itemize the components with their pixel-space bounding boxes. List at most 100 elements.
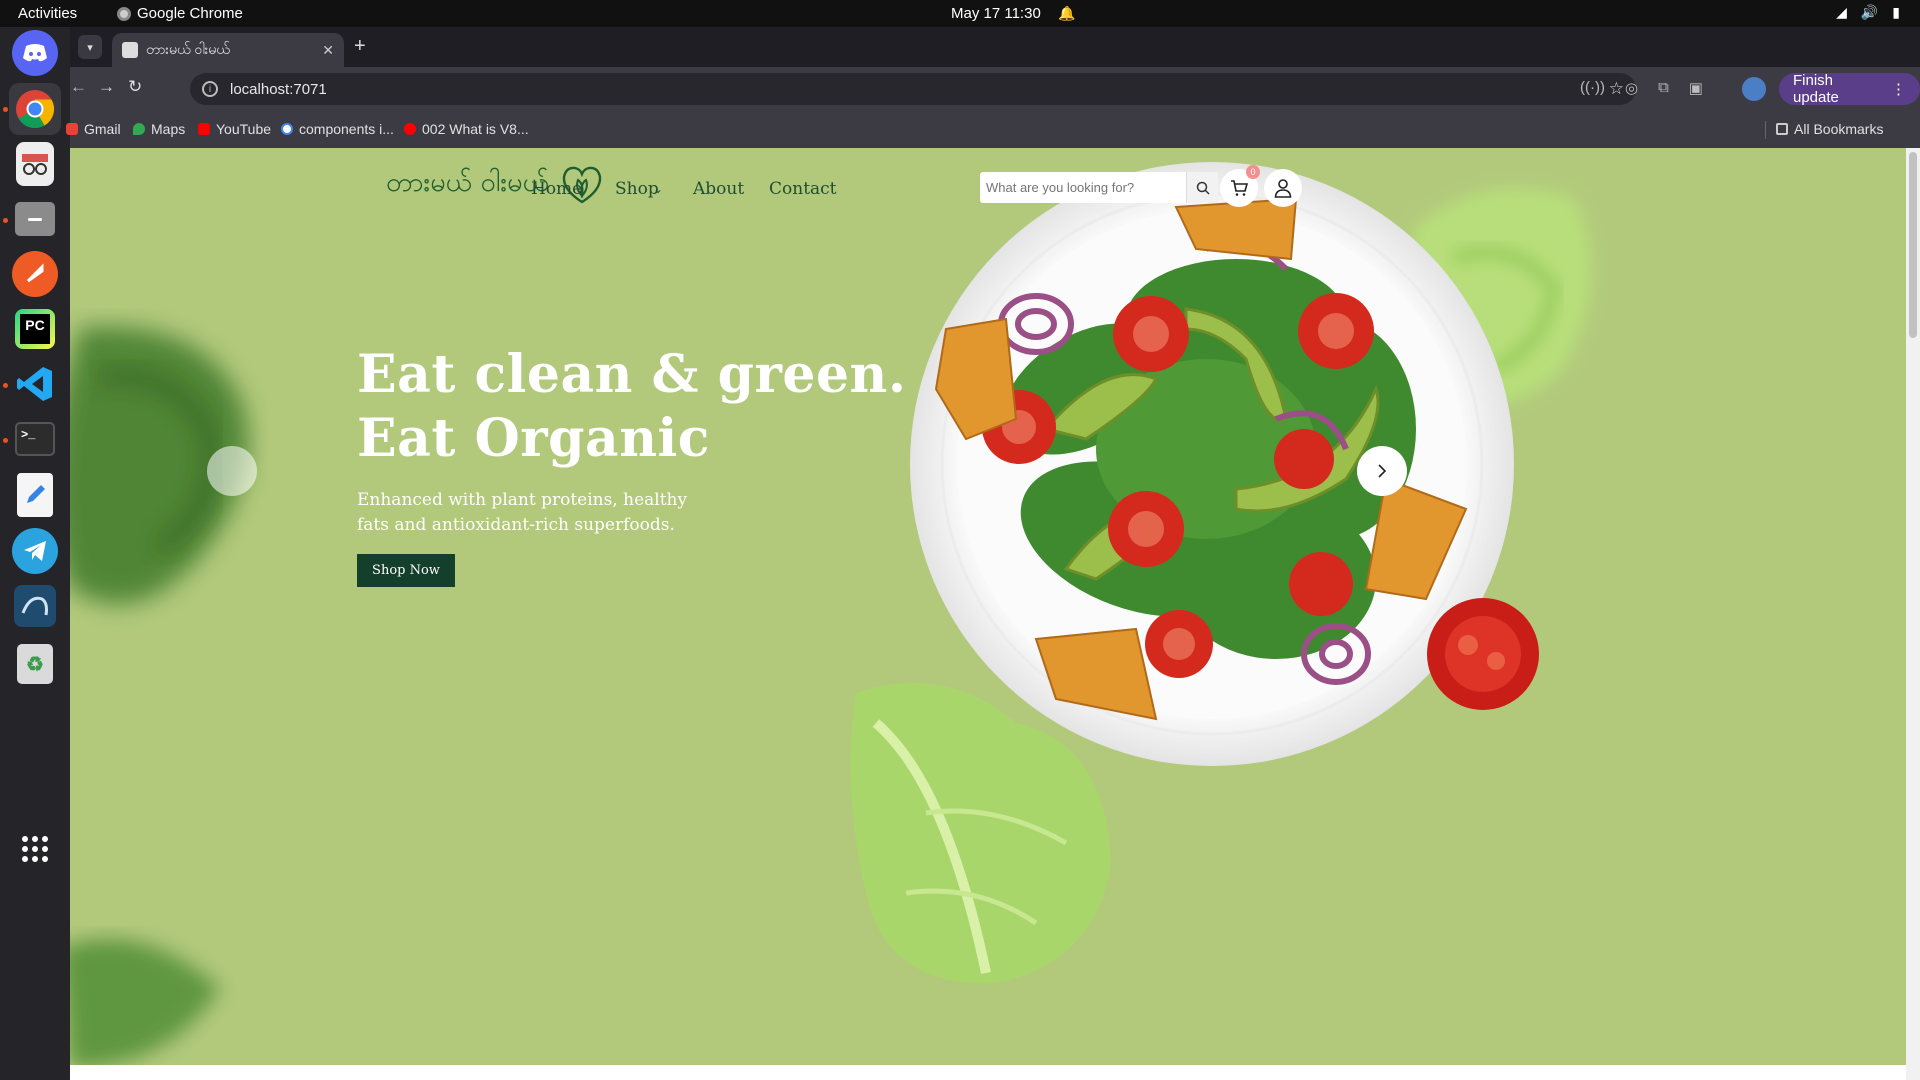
terminal-icon: >_: [15, 422, 55, 456]
dock-postman[interactable]: [9, 248, 61, 300]
system-top-bar: Activities Google Chrome May 17 11:30 🔔 …: [0, 0, 1920, 27]
all-bookmarks-label: All Bookmarks: [1794, 121, 1884, 137]
bookmark-components[interactable]: components i...: [281, 121, 394, 137]
wifi-icon: ◢: [1836, 4, 1847, 20]
vscode-icon: [12, 361, 58, 407]
reload-button[interactable]: ↻: [128, 77, 142, 97]
all-bookmarks-button[interactable]: All Bookmarks: [1776, 121, 1883, 137]
carousel-prev-button[interactable]: [207, 446, 257, 496]
extension-icons: ((·)) ◎ ⧉ ▣: [1580, 79, 1703, 97]
bookmark-maps[interactable]: Maps: [133, 121, 185, 137]
account-button[interactable]: [1264, 169, 1302, 207]
show-apps-button[interactable]: [9, 823, 61, 875]
text-editor-icon: [17, 473, 53, 517]
hero-title-line1: Eat clean & green.: [357, 344, 907, 405]
shop-now-button[interactable]: Shop Now: [357, 554, 455, 587]
target-extension-icon[interactable]: ◎: [1625, 79, 1638, 97]
dock-discord[interactable]: [9, 27, 61, 79]
dock-vscode[interactable]: [9, 358, 61, 410]
tab-title: တားမယ် ဝါးမယ်: [146, 40, 230, 57]
hero-title-line2: Eat Organic: [357, 408, 710, 469]
pycharm-icon: PC: [15, 309, 55, 349]
site-favicon-icon: [122, 42, 138, 58]
extensions-puzzle-icon[interactable]: ⧉: [1658, 79, 1669, 97]
trash-recycle-icon: ♻: [17, 644, 53, 684]
new-tab-button[interactable]: +: [354, 35, 366, 58]
site-info-icon[interactable]: i: [202, 81, 218, 97]
running-indicator: [3, 438, 8, 443]
clock[interactable]: May 17 11:30: [951, 5, 1041, 22]
blurred-leaf-bottom-left: [70, 939, 220, 1068]
dock-terminal[interactable]: >_: [9, 413, 61, 465]
notification-bell-icon[interactable]: 🔔: [1058, 5, 1075, 22]
folder-icon: [1776, 123, 1788, 135]
hero-subtitle: Enhanced with plant proteins, healthy fa…: [357, 490, 688, 535]
page-bottom-edge: [70, 1065, 1906, 1080]
cart-button[interactable]: 0: [1220, 165, 1260, 207]
active-app-menu[interactable]: Google Chrome: [117, 5, 243, 22]
blurred-leaf-left: [70, 326, 249, 604]
nav-home[interactable]: Home: [531, 179, 582, 199]
user-icon: [1274, 179, 1292, 198]
browser-window: ▾ တားမယ် ဝါးမယ် ✕ + ← → ↻ i localhost:70…: [66, 27, 1920, 148]
battery-icon: ▮: [1892, 4, 1900, 20]
dock-text-editor[interactable]: [9, 469, 61, 521]
google-icon: [281, 123, 293, 135]
youtube-icon: [198, 123, 210, 135]
cart-icon: [1231, 180, 1248, 196]
lettuce-leaf-image: [850, 683, 1111, 984]
dock-document-viewer[interactable]: [9, 138, 61, 190]
address-bar[interactable]: i localhost:7071 ☆: [190, 73, 1636, 105]
system-tray[interactable]: ◢ 🔊 ▮: [1836, 4, 1900, 21]
search-button[interactable]: [1186, 172, 1218, 203]
bookmark-label: Gmail: [84, 121, 121, 137]
browser-tab-active[interactable]: တားမယ် ဝါးမယ် ✕: [112, 33, 344, 67]
scrollbar-thumb[interactable]: [1909, 152, 1917, 338]
bookmark-v8-video[interactable]: 002 What is V8...: [404, 121, 529, 137]
dock-telegram[interactable]: [9, 525, 61, 577]
web-page: တားမယ် ဝါးမယ် Home Shop ⌄ About Contact …: [70, 148, 1920, 1080]
bookmarks-divider: [1765, 121, 1766, 139]
dock: PC >_ ♻: [0, 27, 70, 1080]
tab-search-button[interactable]: ▾: [78, 35, 102, 59]
tomato-half-image: [1427, 598, 1539, 710]
forward-button[interactable]: →: [98, 77, 115, 97]
bookmark-label: 002 What is V8...: [422, 121, 529, 137]
page-scrollbar[interactable]: [1906, 148, 1920, 1080]
bookmark-label: components i...: [299, 121, 394, 137]
gmail-icon: [66, 123, 78, 135]
volume-icon: 🔊: [1860, 4, 1879, 20]
browser-toolbar: ← → ↻ i localhost:7071 ☆ ((·)) ◎ ⧉ ▣ Fin…: [70, 67, 1920, 111]
nav-about[interactable]: About: [693, 179, 744, 199]
chrome-icon: [12, 86, 58, 132]
dock-files[interactable]: [9, 193, 61, 245]
bookmark-gmail[interactable]: Gmail: [66, 121, 121, 137]
logo-text: တားမယ် ဝါးမယ်: [386, 167, 549, 198]
dock-chrome[interactable]: [9, 83, 61, 135]
chrome-small-icon: [117, 6, 131, 21]
cast-icon[interactable]: ((·)): [1580, 79, 1605, 97]
nav-contact[interactable]: Contact: [769, 179, 837, 199]
bookmarks-bar: Gmail Maps YouTube components i... 002 W…: [66, 111, 1920, 148]
bookmark-youtube[interactable]: YouTube: [198, 121, 271, 137]
postman-icon: [12, 251, 58, 297]
youtube-icon: [404, 123, 416, 135]
back-button[interactable]: ←: [70, 77, 87, 97]
active-app-name: Google Chrome: [137, 5, 243, 22]
search-input[interactable]: [980, 172, 1186, 203]
profile-avatar[interactable]: [1742, 77, 1766, 101]
dock-mysql-workbench[interactable]: [9, 580, 61, 632]
chevron-right-icon: [1378, 464, 1387, 478]
bookmark-label: Maps: [151, 121, 186, 137]
maps-pin-icon: [133, 123, 145, 135]
finish-update-button[interactable]: Finish update ⋮: [1779, 72, 1920, 106]
telegram-icon: [12, 528, 58, 574]
dock-trash[interactable]: ♻: [9, 638, 61, 690]
tab-close-icon[interactable]: ✕: [322, 42, 334, 59]
chevron-down-icon[interactable]: ⌄: [653, 182, 663, 196]
address-url: localhost:7071: [230, 80, 327, 98]
activities-button[interactable]: Activities: [18, 5, 77, 22]
dock-pycharm[interactable]: PC: [9, 303, 61, 355]
carousel-next-button[interactable]: [1357, 446, 1407, 496]
side-panel-icon[interactable]: ▣: [1689, 79, 1703, 97]
